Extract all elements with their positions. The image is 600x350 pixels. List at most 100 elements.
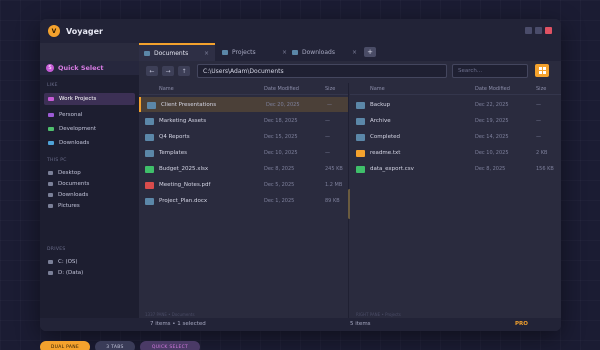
pro-badge: PRO — [515, 321, 528, 327]
file-date: Dec 8, 2025 — [264, 166, 295, 172]
forward-button[interactable]: → — [162, 66, 174, 76]
file-size: — — [325, 118, 330, 124]
file-size: 89 KB — [325, 198, 340, 204]
file-date: Dec 20, 2025 — [266, 102, 300, 108]
file-row[interactable]: Meeting_Notes.pdf Dec 5, 2025 1.2 MB — [139, 177, 348, 192]
file-icon — [356, 150, 365, 157]
column-date[interactable]: Date Modified — [475, 86, 510, 92]
tab-label: Projects — [232, 48, 256, 56]
tab-close-icon[interactable]: × — [352, 49, 357, 56]
image-icon — [48, 204, 53, 208]
grid-view-icon[interactable] — [535, 64, 549, 77]
search-input[interactable]: Search... — [452, 64, 528, 78]
tab-downloads[interactable]: Downloads × — [287, 43, 363, 61]
file-name: Completed — [370, 134, 400, 140]
column-header: Name Date Modified Size — [139, 83, 348, 95]
sidebar-section-drives: DRIVES — [47, 247, 66, 252]
sidebar: S Quick Select LIKE Work Projects Person… — [40, 61, 139, 318]
file-icon — [356, 166, 365, 173]
file-row[interactable]: data_export.csv Dec 8, 2025 156 KB — [350, 161, 561, 176]
status-bar: 7 items • 1 selected 5 items PRO — [40, 318, 561, 331]
close-icon[interactable] — [545, 27, 552, 34]
pane-footer: RIGHT PANE • Projects — [356, 312, 401, 317]
sidebar-item-personal[interactable]: Personal — [44, 109, 135, 121]
sidebar-item-label: Documents — [58, 181, 90, 187]
column-size[interactable]: Size — [536, 86, 546, 92]
tab-documents[interactable]: Documents × — [139, 43, 215, 61]
tab-projects[interactable]: Projects × — [217, 43, 293, 61]
file-name: Marketing Assets — [159, 118, 207, 124]
sidebar-item-drive-d[interactable]: D: (Data) — [44, 267, 135, 279]
folder-icon — [147, 102, 156, 109]
sidebar-item-label: C: (OS) — [58, 259, 78, 265]
window-controls — [525, 27, 552, 34]
sidebar-item-label: Pictures — [58, 203, 80, 209]
column-name[interactable]: Name — [370, 86, 385, 92]
folder-icon — [222, 49, 228, 55]
sidebar-item-pictures[interactable]: Pictures — [44, 200, 135, 212]
file-name: Templates — [159, 150, 187, 156]
file-row[interactable]: Completed Dec 14, 2025 — — [350, 129, 561, 144]
file-row[interactable]: Archive Dec 19, 2025 — — [350, 113, 561, 128]
file-date: Dec 1, 2025 — [264, 198, 295, 204]
folder-icon — [48, 141, 54, 145]
file-row[interactable]: Marketing Assets Dec 18, 2025 — — [139, 113, 348, 128]
file-name: Meeting_Notes.pdf — [159, 182, 211, 188]
folder-icon — [356, 102, 365, 109]
drive-icon — [48, 271, 53, 275]
quick-select-label: Quick Select — [58, 64, 104, 72]
status-right: 5 items — [350, 321, 371, 327]
app-logo-icon: V — [48, 25, 60, 37]
up-button[interactable]: ↑ — [178, 66, 190, 76]
file-date: Dec 22, 2025 — [475, 102, 509, 108]
file-date: Dec 8, 2025 — [475, 166, 506, 172]
column-name[interactable]: Name — [159, 86, 174, 92]
file-size: 245 KB — [325, 166, 343, 172]
file-row[interactable]: Templates Dec 10, 2025 — — [139, 145, 348, 160]
toolbar: ← → ↑ C:\Users\Adam\Documents Search... — [139, 61, 561, 83]
sidebar-item-development[interactable]: Development — [44, 123, 135, 135]
sidebar-section-this-pc: THIS PC — [47, 158, 67, 163]
minimize-icon[interactable] — [525, 27, 532, 34]
folder-icon — [145, 150, 154, 157]
file-row[interactable]: Backup Dec 22, 2025 — — [350, 97, 561, 112]
sidebar-item-work-projects[interactable]: Work Projects — [44, 93, 135, 105]
file-date: Dec 18, 2025 — [264, 118, 298, 124]
quick-select-button[interactable]: S Quick Select — [40, 61, 139, 75]
file-name: Archive — [370, 118, 391, 124]
file-size: — — [325, 150, 330, 156]
sidebar-item-downloads[interactable]: Downloads — [44, 137, 135, 149]
maximize-icon[interactable] — [535, 27, 542, 34]
file-date: Dec 15, 2025 — [264, 134, 298, 140]
column-header: Name Date Modified Size — [350, 83, 561, 95]
download-icon — [48, 193, 53, 197]
file-row[interactable]: Budget_2025.xlsx Dec 8, 2025 245 KB — [139, 161, 348, 176]
file-row[interactable]: Client Presentations Dec 20, 2025 — — [139, 97, 348, 112]
file-name: Backup — [370, 102, 391, 108]
file-icon — [145, 182, 154, 189]
file-name: data_export.csv — [370, 166, 414, 172]
file-row[interactable]: readme.txt Dec 10, 2025 2 KB — [350, 145, 561, 160]
back-button[interactable]: ← — [146, 66, 158, 76]
file-size: — — [325, 134, 330, 140]
address-bar[interactable]: C:\Users\Adam\Documents — [197, 64, 447, 78]
file-row[interactable]: Q4 Reports Dec 15, 2025 — — [139, 129, 348, 144]
folder-icon — [356, 118, 365, 125]
file-size: — — [327, 102, 332, 108]
title-bar: V Voyager — [40, 19, 561, 43]
file-icon — [145, 198, 154, 205]
file-name: readme.txt — [370, 150, 401, 156]
file-date: Dec 14, 2025 — [475, 134, 509, 140]
column-size[interactable]: Size — [325, 86, 335, 92]
tab-close-icon[interactable]: × — [204, 50, 209, 57]
new-tab-button[interactable]: + — [364, 47, 376, 57]
folder-icon — [292, 49, 298, 55]
chip-dual-pane[interactable]: DUAL PANE — [40, 341, 90, 350]
column-date[interactable]: Date Modified — [264, 86, 299, 92]
chip-tabs[interactable]: 3 TABS — [95, 341, 135, 350]
sidebar-item-label: Personal — [59, 112, 83, 118]
chip-quick-select[interactable]: QUICK SELECT — [140, 341, 200, 350]
file-row[interactable]: Project_Plan.docx Dec 1, 2025 89 KB — [139, 193, 348, 208]
file-name: Project_Plan.docx — [159, 198, 208, 204]
file-date: Dec 5, 2025 — [264, 182, 295, 188]
